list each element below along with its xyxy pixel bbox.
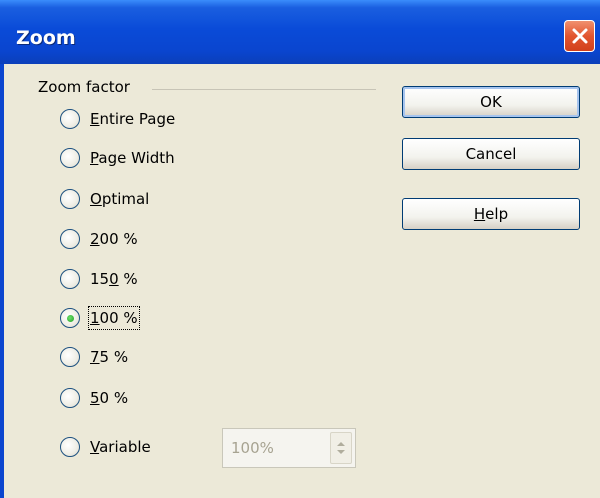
radio-50-percent[interactable]: 50 % xyxy=(60,388,128,408)
radio-button-icon xyxy=(60,109,80,129)
radio-label: 200 % xyxy=(90,230,138,248)
radio-variable[interactable]: Variable xyxy=(60,437,151,457)
variable-zoom-spinbox[interactable]: 100% xyxy=(222,428,356,468)
radio-button-icon xyxy=(60,347,80,367)
radio-150-percent[interactable]: 150 % xyxy=(60,269,138,289)
radio-label: Variable xyxy=(90,438,151,456)
dialog-title: Zoom xyxy=(16,27,76,49)
spin-buttons[interactable] xyxy=(330,432,352,464)
radio-label: Page Width xyxy=(90,149,175,167)
spin-up-icon[interactable] xyxy=(337,442,345,446)
zoom-factor-group-label: Zoom factor xyxy=(38,78,136,96)
help-button-label: Help xyxy=(473,205,509,223)
radio-label: Optimal xyxy=(90,190,150,208)
radio-entire-page[interactable]: Entire Page xyxy=(60,109,175,129)
radio-optimal[interactable]: Optimal xyxy=(60,189,149,209)
spin-down-icon[interactable] xyxy=(337,450,345,454)
variable-zoom-value: 100% xyxy=(231,439,274,457)
zoom-dialog: Zoom Zoom factor Entire Page Page Width … xyxy=(0,0,600,498)
radio-200-percent[interactable]: 200 % xyxy=(60,229,138,249)
radio-button-icon xyxy=(60,148,80,168)
close-icon xyxy=(572,28,587,44)
radio-label: 75 % xyxy=(90,348,129,366)
close-button[interactable] xyxy=(564,20,595,52)
radio-button-icon xyxy=(60,269,80,289)
radio-100-percent[interactable]: 100 % xyxy=(60,306,140,330)
radio-button-icon xyxy=(60,189,80,209)
cancel-button[interactable]: Cancel xyxy=(402,138,580,170)
radio-page-width[interactable]: Page Width xyxy=(60,148,175,168)
radio-selected-icon xyxy=(60,308,80,328)
radio-button-icon xyxy=(60,388,80,408)
radio-button-icon xyxy=(60,437,80,457)
radio-label: 50 % xyxy=(90,389,129,407)
radio-button-icon xyxy=(60,229,80,249)
radio-label: Entire Page xyxy=(90,110,176,128)
ok-button-label: OK xyxy=(480,93,502,111)
ok-button[interactable]: OK xyxy=(402,86,580,118)
help-button[interactable]: Help xyxy=(402,198,580,230)
radio-75-percent[interactable]: 75 % xyxy=(60,347,128,367)
cancel-button-label: Cancel xyxy=(465,145,517,163)
radio-label: 150 % xyxy=(90,270,138,288)
group-separator xyxy=(152,89,376,91)
title-bar[interactable]: Zoom xyxy=(0,0,600,64)
radio-label: 100 % xyxy=(88,306,140,330)
